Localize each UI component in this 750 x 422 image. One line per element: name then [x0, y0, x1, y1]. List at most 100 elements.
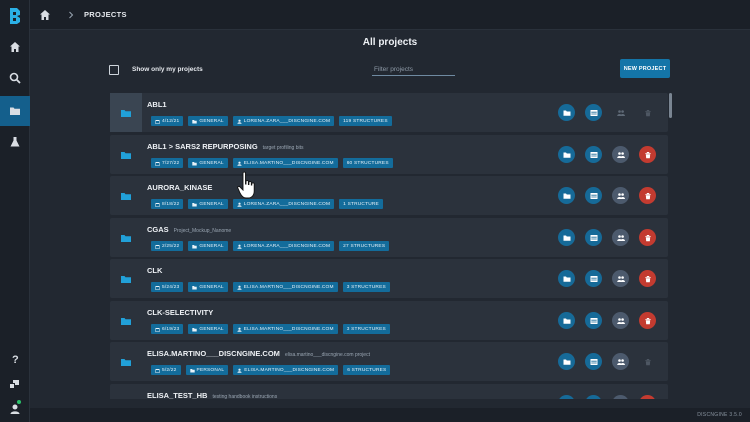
project-row[interactable]: CGAS Project_Mockup_Nanome 2/25/22 GENERAL L…: [110, 218, 668, 257]
nav-account[interactable]: [0, 394, 30, 422]
project-name[interactable]: CGAS Project_Mockup_Nanome: [147, 225, 231, 234]
scrollbar-thumb[interactable]: [669, 93, 672, 118]
flask-icon: [10, 137, 20, 147]
scrollbar-track[interactable]: [669, 93, 673, 399]
open-project-button[interactable]: [558, 104, 575, 121]
project-row[interactable]: ELISA.MARTINO___DISCNGINE.COM elisa.marti…: [110, 342, 668, 381]
project-folder[interactable]: [110, 342, 142, 381]
share-project-button[interactable]: [612, 229, 629, 246]
project-folder[interactable]: [110, 176, 142, 215]
open-project-button[interactable]: [558, 229, 575, 246]
calendar-icon: [155, 202, 160, 207]
project-details-button[interactable]: [585, 187, 602, 204]
project-name[interactable]: ABL1 > SARS2 REPURPOSING target profiling…: [147, 142, 304, 151]
structures-tag-text: 3 STRUCTURES: [346, 326, 386, 332]
owner-tag: ELISA.MARTINO___DISCNGINE.COM: [233, 365, 339, 375]
project-details-button[interactable]: [585, 312, 602, 329]
share-project-button[interactable]: [612, 312, 629, 329]
filter-projects-input[interactable]: Filter projects: [372, 63, 455, 76]
folder-icon: [189, 368, 195, 372]
project-row[interactable]: ELISA_TEST_HB testing handbook instructio…: [110, 384, 668, 399]
project-details-button[interactable]: [585, 395, 602, 399]
project-folder[interactable]: [110, 218, 142, 257]
user-icon: [237, 368, 242, 373]
project-tags: 5/24/23 GENERAL ELISA.MARTINO___DISCNGINE.…: [151, 282, 390, 292]
visibility-tag: GENERAL: [188, 241, 228, 251]
project-name[interactable]: CLK-SELECTIVITY: [147, 308, 213, 317]
project-folder[interactable]: [110, 384, 142, 399]
delete-project-button[interactable]: [639, 270, 656, 287]
details-icon: [590, 234, 597, 241]
project-folder[interactable]: [110, 301, 142, 340]
show-only-mine-checkbox[interactable]: [109, 65, 119, 75]
project-details-button[interactable]: [585, 104, 602, 121]
delete-project-button: [639, 353, 656, 370]
visibility-tag-text: GENERAL: [199, 160, 224, 166]
delete-project-button[interactable]: [639, 312, 656, 329]
share-project-button[interactable]: [612, 146, 629, 163]
folder-open-icon: [563, 152, 570, 158]
details-icon: [590, 192, 597, 199]
page-title: All projects: [362, 37, 418, 48]
project-folder[interactable]: [110, 135, 142, 174]
open-project-button[interactable]: [558, 395, 575, 399]
delete-project-button[interactable]: [639, 395, 656, 399]
project-row[interactable]: AURORA_KINASE 8/18/22 GENERAL LORENA.ZARA__…: [110, 176, 668, 215]
open-project-button[interactable]: [558, 312, 575, 329]
date-tag: 4/12/21: [151, 116, 184, 126]
structures-tag: 3 STRUCTURES: [342, 324, 390, 334]
owner-tag: ELISA.MARTINO___DISCNGINE.COM: [232, 158, 338, 168]
help-icon: ?: [12, 354, 19, 364]
project-tags: 8/18/22 GENERAL LORENA.ZARA___DISCNGINE.CO…: [151, 199, 383, 209]
side-nav: ?: [0, 0, 30, 422]
project-details-button[interactable]: [585, 146, 602, 163]
project-details-button[interactable]: [585, 229, 602, 246]
nav-projects[interactable]: [0, 96, 30, 126]
share-project-button[interactable]: [612, 353, 629, 370]
project-folder[interactable]: [110, 93, 142, 132]
nav-lab[interactable]: [0, 127, 30, 157]
app-logo-icon[interactable]: [8, 7, 22, 25]
user-icon: [10, 404, 20, 414]
nav-home[interactable]: [0, 32, 30, 62]
open-project-button[interactable]: [558, 187, 575, 204]
breadcrumb-current: PROJECTS: [84, 10, 127, 19]
visibility-tag: GENERAL: [188, 199, 228, 209]
visibility-tag: GENERAL: [188, 324, 228, 334]
project-name-text: ABL1 > SARS2 REPURPOSING: [147, 142, 258, 151]
project-name-text: CLK-SELECTIVITY: [147, 308, 214, 317]
project-name[interactable]: ELISA_TEST_HB testing handbook instructio…: [147, 391, 277, 399]
folder-icon: [192, 285, 198, 289]
delete-project-button[interactable]: [639, 187, 656, 204]
project-name[interactable]: CLK: [147, 266, 162, 275]
project-row[interactable]: CLK 5/24/23 GENERAL ELISA.MARTINO___DISCNGI…: [110, 259, 668, 298]
share-project-button[interactable]: [612, 270, 629, 287]
project-row[interactable]: ABL1 > SARS2 REPURPOSING target profiling…: [110, 135, 668, 174]
project-name[interactable]: ABL1: [147, 100, 167, 109]
project-row[interactable]: CLK-SELECTIVITY 6/19/23 GENERAL ELISA.MARTI…: [110, 301, 668, 340]
delete-project-button[interactable]: [639, 229, 656, 246]
project-name[interactable]: AURORA_KINASE: [147, 183, 212, 192]
visibility-tag: GENERAL: [188, 116, 228, 126]
new-project-button[interactable]: NEW PROJECT: [620, 59, 670, 78]
structures-tag-text: 119 STRUCTURES: [343, 118, 388, 124]
share-project-button[interactable]: [612, 187, 629, 204]
breadcrumb-home-icon[interactable]: [39, 9, 51, 21]
owner-tag-text: LORENA.ZARA___DISCNGINE.COM: [243, 118, 331, 124]
delete-project-button[interactable]: [639, 146, 656, 163]
project-details-button[interactable]: [585, 353, 602, 370]
hand-cursor-icon: [237, 171, 255, 199]
project-row[interactable]: ABL1 4/12/21 GENERAL LORENA.ZARA___DISCNGIN…: [110, 93, 668, 132]
visibility-tag-text: GENERAL: [199, 118, 224, 124]
project-folder[interactable]: [110, 259, 142, 298]
home-icon: [10, 42, 20, 52]
nav-search[interactable]: [0, 63, 30, 93]
project-details-button[interactable]: [585, 270, 602, 287]
open-project-button[interactable]: [558, 353, 575, 370]
open-project-button[interactable]: [558, 270, 575, 287]
share-project-button[interactable]: [612, 395, 629, 399]
user-icon: [237, 327, 242, 332]
users-icon: [616, 358, 625, 365]
project-name[interactable]: ELISA.MARTINO___DISCNGINE.COM elisa.marti…: [147, 349, 370, 358]
open-project-button[interactable]: [558, 146, 575, 163]
